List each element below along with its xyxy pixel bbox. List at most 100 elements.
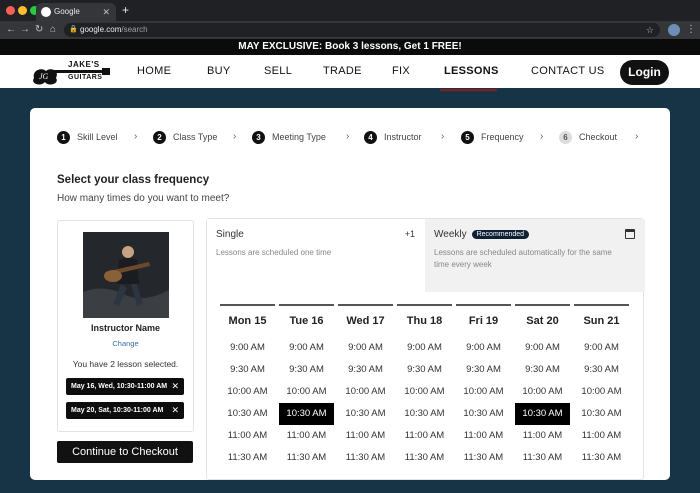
nav-contact-us[interactable]: CONTACT US [531, 65, 605, 77]
minimize-window-icon[interactable] [18, 6, 27, 15]
lock-icon: 🔒 [69, 26, 78, 33]
option-title: Single [216, 229, 244, 240]
time-slot[interactable]: 11:00 AM [515, 425, 570, 447]
browser-menu-icon[interactable]: ⋮ [686, 23, 696, 37]
time-slot[interactable]: 10:00 AM [574, 381, 629, 403]
time-slot[interactable]: 11:30 AM [220, 447, 275, 469]
new-tab-button[interactable]: + [122, 2, 129, 18]
step-number: 5 [461, 131, 474, 144]
svg-text:JG: JG [39, 72, 49, 81]
back-arrow-icon[interactable]: ← [6, 23, 16, 37]
continue-to-checkout-button[interactable]: Continue to Checkout [57, 441, 193, 463]
nav-lessons[interactable]: LESSONS [444, 65, 499, 77]
step-checkout[interactable]: 6 Checkout [559, 130, 617, 144]
chevron-right-icon: › [635, 131, 639, 142]
chevron-right-icon: › [540, 131, 544, 142]
time-slot[interactable]: 11:30 AM [456, 447, 511, 469]
time-slot[interactable]: 9:00 AM [338, 337, 393, 359]
time-slot[interactable]: 9:30 AM [220, 359, 275, 381]
time-slot[interactable]: 11:00 AM [338, 425, 393, 447]
selected-lesson-chip: May 16, Wed, 10:30-11:00 AM ✕ [66, 378, 184, 395]
time-slot-selected[interactable]: 10:30 AM [515, 403, 570, 425]
url-path: /search [121, 25, 148, 34]
time-slot[interactable]: 10:00 AM [515, 381, 570, 403]
day-column: Fri 19 9:00 AM 9:30 AM 10:00 AM 10:30 AM 11:0… [456, 304, 511, 469]
close-window-icon[interactable] [6, 6, 15, 15]
time-slot[interactable]: 9:30 AM [279, 359, 334, 381]
change-instructor-link[interactable]: Change [58, 339, 193, 348]
option-single[interactable]: Single +1 Lessons are scheduled one time [207, 219, 425, 292]
site-header: JG JAKE'S GUITARS HOME BUY SELL TRADE FI… [0, 55, 700, 91]
login-button[interactable]: Login [620, 60, 669, 85]
time-slot[interactable]: 11:00 AM [574, 425, 629, 447]
nav-trade[interactable]: TRADE [323, 65, 362, 77]
time-slot[interactable]: 9:00 AM [220, 337, 275, 359]
time-slot[interactable]: 10:00 AM [338, 381, 393, 403]
home-icon[interactable]: ⌂ [50, 23, 56, 37]
nav-buy[interactable]: BUY [207, 65, 231, 77]
step-class-type[interactable]: 2 Class Type [153, 130, 217, 144]
remove-chip-icon[interactable]: ✕ [171, 378, 179, 395]
time-slot[interactable]: 11:00 AM [279, 425, 334, 447]
day-header: Tue 16 [289, 315, 324, 327]
jakes-guitars-logo[interactable]: JG JAKE'S GUITARS [30, 58, 112, 88]
lesson-count-text: You have 2 lesson selected. [72, 359, 179, 369]
time-slot[interactable]: 10:30 AM [574, 403, 629, 425]
time-slot[interactable]: 10:30 AM [338, 403, 393, 425]
instructor-panel: Instructor Name Change You have 2 lesson… [57, 220, 194, 432]
time-slot[interactable]: 9:00 AM [397, 337, 452, 359]
logo-line-2: GUITARS [68, 74, 103, 81]
time-slot[interactable]: 10:00 AM [279, 381, 334, 403]
day-divider [456, 304, 511, 306]
time-slot[interactable]: 10:00 AM [397, 381, 452, 403]
time-slot[interactable]: 11:30 AM [279, 447, 334, 469]
nav-sell[interactable]: SELL [264, 65, 292, 77]
reload-icon[interactable]: ↻ [35, 23, 43, 37]
time-slot[interactable]: 9:00 AM [574, 337, 629, 359]
step-frequency[interactable]: 5 Frequency [461, 130, 524, 144]
day-header: Thu 18 [406, 315, 443, 327]
time-slot[interactable]: 11:00 AM [456, 425, 511, 447]
time-slot[interactable]: 10:30 AM [456, 403, 511, 425]
remove-chip-icon[interactable]: ✕ [171, 402, 179, 419]
time-slot[interactable]: 10:00 AM [456, 381, 511, 403]
time-slot[interactable]: 9:30 AM [574, 359, 629, 381]
tab-close-icon[interactable]: ✕ [102, 3, 110, 21]
forward-arrow-icon[interactable]: → [20, 23, 30, 37]
time-slot[interactable]: 9:00 AM [279, 337, 334, 359]
day-divider [515, 304, 570, 306]
time-slot[interactable]: 10:30 AM [397, 403, 452, 425]
nav-home[interactable]: HOME [137, 65, 171, 77]
time-slot[interactable]: 11:00 AM [397, 425, 452, 447]
time-slot[interactable]: 9:30 AM [515, 359, 570, 381]
step-number: 3 [252, 131, 265, 144]
url-domain: google.com [80, 25, 122, 34]
time-slot[interactable]: 9:00 AM [456, 337, 511, 359]
time-slot[interactable]: 9:30 AM [397, 359, 452, 381]
time-slot[interactable]: 10:30 AM [220, 403, 275, 425]
step-skill-level[interactable]: 1 Skill Level [57, 130, 118, 144]
time-slot[interactable]: 11:30 AM [574, 447, 629, 469]
browser-tab[interactable]: Google ✕ [36, 3, 116, 21]
step-meeting-type[interactable]: 3 Meeting Type [252, 130, 326, 144]
time-slot[interactable]: 10:00 AM [220, 381, 275, 403]
chip-label: May 16, Wed, 10:30-11:00 AM [71, 383, 168, 390]
time-slot-selected[interactable]: 10:30 AM [279, 403, 334, 425]
time-slot[interactable]: 11:30 AM [397, 447, 452, 469]
time-slot[interactable]: 11:30 AM [338, 447, 393, 469]
time-slot[interactable]: 9:00 AM [515, 337, 570, 359]
bookmark-star-icon[interactable]: ☆ [646, 23, 654, 37]
address-bar[interactable]: 🔒 google.com/search ☆ [64, 23, 660, 37]
time-slot[interactable]: 9:30 AM [338, 359, 393, 381]
google-favicon-icon [41, 7, 51, 17]
day-column: Mon 15 9:00 AM 9:30 AM 10:00 AM 10:30 AM 11:0… [220, 304, 275, 469]
time-slot[interactable]: 11:00 AM [220, 425, 275, 447]
day-divider [397, 304, 452, 306]
time-slot[interactable]: 11:30 AM [515, 447, 570, 469]
profile-avatar[interactable] [668, 24, 680, 36]
nav-fix[interactable]: FIX [392, 65, 410, 77]
step-number: 2 [153, 131, 166, 144]
time-slot[interactable]: 9:30 AM [456, 359, 511, 381]
option-weekly[interactable]: Weekly Recommended Lessons are scheduled … [425, 219, 645, 292]
step-instructor[interactable]: 4 Instructor [364, 130, 422, 144]
